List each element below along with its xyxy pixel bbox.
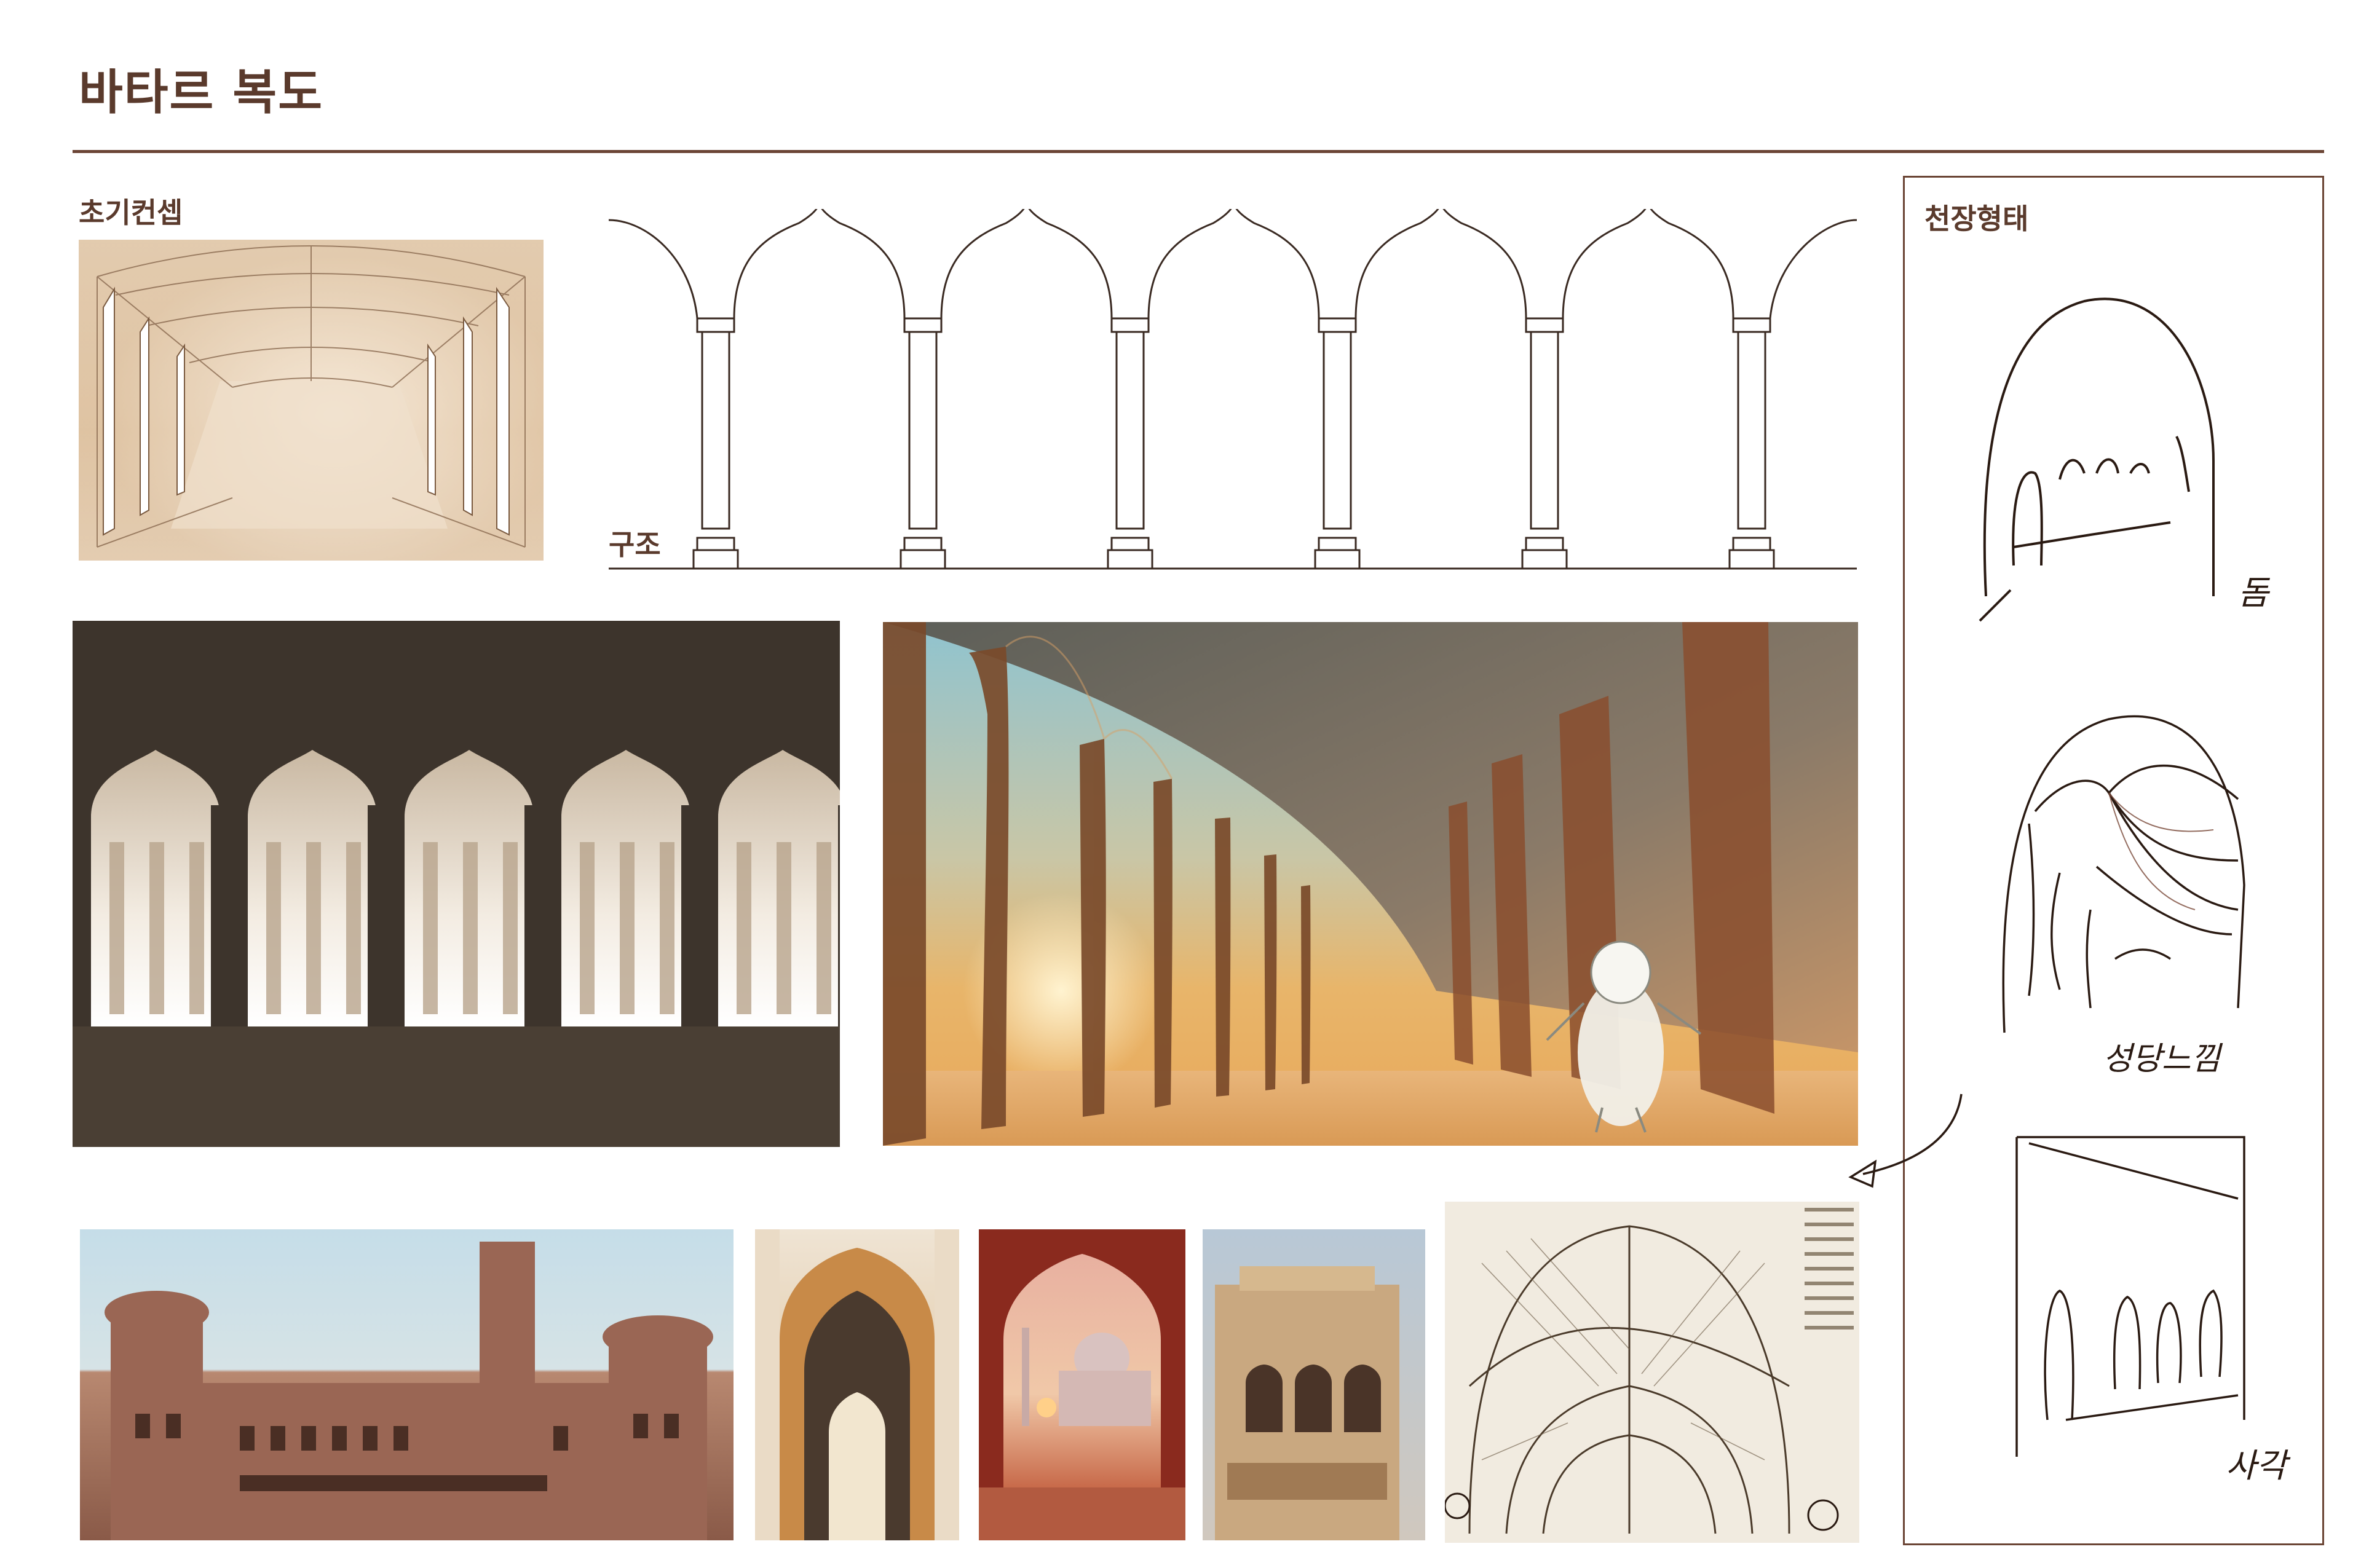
inner-pillar xyxy=(580,842,595,1014)
reference-photo-taj-arch xyxy=(979,1229,1185,1540)
arcade-pier xyxy=(838,805,840,1026)
arcade-column xyxy=(1107,317,1153,570)
reference-photo-ornate-arch xyxy=(755,1229,959,1540)
inner-pillar xyxy=(189,842,204,1014)
arcade-pier xyxy=(211,805,248,1026)
inner-pillar xyxy=(620,842,635,1014)
inner-pillar xyxy=(346,842,361,1014)
arcade-column xyxy=(1314,317,1361,570)
inner-pillar xyxy=(266,842,281,1014)
arcade-column xyxy=(1728,317,1775,570)
arcade-arch xyxy=(733,209,906,319)
arcade-column xyxy=(692,317,739,570)
cathedral-sketch xyxy=(1992,701,2300,1045)
inner-pillar xyxy=(777,842,791,1014)
reference-engraving-vault xyxy=(1445,1202,1859,1543)
arcade-column xyxy=(900,317,946,570)
reference-photo-palace xyxy=(80,1229,734,1540)
arcade-pier xyxy=(73,805,91,1026)
square-sketch-label: 사각 xyxy=(2226,1446,2287,1485)
concept-label: 초기컨셉 xyxy=(79,196,183,229)
lit-arcade-painting xyxy=(73,621,840,1147)
sunset-corridor-painting xyxy=(883,622,1858,1146)
inner-pillar xyxy=(737,842,751,1014)
inner-pillar xyxy=(306,842,321,1014)
square-sketch xyxy=(2004,1125,2263,1469)
arcade-arch xyxy=(1562,209,1734,319)
title-divider xyxy=(73,150,2324,153)
arcade-arch xyxy=(1355,209,1527,319)
arcade-arch xyxy=(609,219,698,319)
inner-pillar xyxy=(503,842,518,1014)
arcade-pier xyxy=(524,805,561,1026)
arcade-pier xyxy=(681,805,718,1026)
inner-pillar xyxy=(660,842,674,1014)
inner-pillar xyxy=(109,842,124,1014)
inner-pillar xyxy=(817,842,831,1014)
inner-pillar xyxy=(463,842,478,1014)
concept-sketch-image xyxy=(79,240,544,561)
dome-sketch-label: 돔 xyxy=(2238,573,2269,612)
reference-photo-balcony xyxy=(1203,1229,1425,1540)
structure-elevation xyxy=(609,209,1857,572)
arcade-pier xyxy=(368,805,405,1026)
arcade-arch xyxy=(1769,219,1857,319)
reference-arrow xyxy=(1845,1088,1980,1192)
arcade-column xyxy=(1521,317,1568,570)
inner-pillar xyxy=(423,842,438,1014)
page-title: 바타르 복도 xyxy=(79,65,323,120)
arcade-arch xyxy=(1147,209,1320,319)
inner-pillar xyxy=(149,842,164,1014)
ceiling-label: 천장형태 xyxy=(1924,202,2029,235)
structure-label: 구조 xyxy=(609,528,661,561)
arcade-arch xyxy=(940,209,1113,319)
cathedral-sketch-label: 성당느낌 xyxy=(2103,1041,2221,1078)
